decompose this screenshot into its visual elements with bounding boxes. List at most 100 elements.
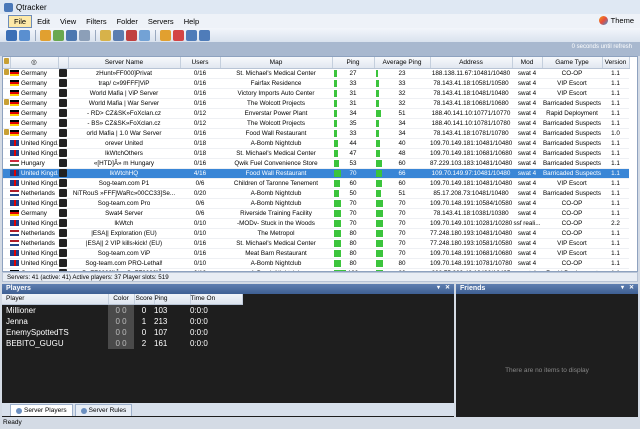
column-ping[interactable]: Ping xyxy=(332,57,375,69)
column-version[interactable]: Version xyxy=(602,57,630,69)
server-rows: Germany zHunt»FF000]Privat 0/16 St. Michael… xyxy=(3,68,629,271)
column-mod[interactable]: Mod xyxy=(512,57,543,69)
server-users: 0/16 xyxy=(180,78,220,89)
column-time-on[interactable]: Time On xyxy=(190,294,243,305)
server-ping: 35 xyxy=(332,118,374,129)
server-row[interactable]: United Kingd... lkWtch0/10-MODv- Stuck in… xyxy=(3,218,629,229)
server-row[interactable]: United Kingd... Sog-team.com P10/6Childre… xyxy=(3,178,629,189)
menu-edit[interactable]: Edit xyxy=(32,16,55,27)
avg-ping-bar xyxy=(376,129,379,137)
server-mod: swat 4 xyxy=(512,148,542,159)
menu-file[interactable]: File xyxy=(8,14,33,28)
player-row[interactable]: Millioner 0 0 0 103 0:0:0 xyxy=(2,304,242,316)
column-player-ping[interactable]: Ping xyxy=(154,294,191,305)
server-row[interactable]: Hungary «[HTD]Â» m Hungary 0/16 Qwik Fuel C… xyxy=(3,158,629,169)
folder-icon[interactable] xyxy=(40,29,51,41)
connect-icon[interactable] xyxy=(53,29,64,41)
pin-icon[interactable]: ▾ xyxy=(435,285,442,292)
server-ping: 31 xyxy=(332,88,374,99)
column-country[interactable]: ◎ xyxy=(10,57,59,69)
column-address[interactable]: Address xyxy=(430,57,513,69)
swat4-icon xyxy=(59,218,67,227)
country-cell: Germany xyxy=(10,118,58,129)
country-name: United Kingd... xyxy=(21,179,58,187)
server-row[interactable]: Germany - RD> CZ&SK»FoXclan.cz 0/12 Enverst… xyxy=(3,108,629,119)
menu-view[interactable]: View xyxy=(55,16,81,27)
column-lock[interactable] xyxy=(3,57,11,69)
server-row[interactable]: Netherlands |ESA|| Exploration (EU) 0/10 Th… xyxy=(3,228,629,239)
player-row[interactable]: BEBITO_GUGU 0 0 2 161 0:0:0 xyxy=(2,337,242,349)
menu-servers[interactable]: Servers xyxy=(143,16,179,27)
remove-server-icon[interactable] xyxy=(126,29,137,41)
server-game-type: VIP Escort xyxy=(542,88,602,99)
ping-value: 35 xyxy=(349,119,357,127)
filter-icon[interactable] xyxy=(100,29,111,41)
play-icon[interactable] xyxy=(199,29,210,41)
server-row[interactable]: United Kingd... orever United0/18A-Bomb N… xyxy=(3,138,629,149)
server-version: 1.1 xyxy=(602,138,629,149)
add-server-icon[interactable] xyxy=(113,29,124,41)
menu-filters[interactable]: Filters xyxy=(81,16,111,27)
country-name: Hungary xyxy=(21,159,45,167)
game-cell xyxy=(58,218,68,229)
close-icon[interactable]: ✕ xyxy=(628,285,635,292)
flag-icon xyxy=(10,179,19,186)
column-score[interactable]: Score xyxy=(134,294,155,305)
player-row[interactable]: Jenna 0 0 1 213 0:0:0 xyxy=(2,315,242,327)
server-row[interactable]: United Kingd... Sog-team.com PRO-Lethal!0… xyxy=(3,258,629,269)
server-row[interactable]: United Kingd... Sog-team.com ViP0/16Meat … xyxy=(3,248,629,259)
column-map[interactable]: Map xyxy=(220,57,333,69)
server-row[interactable]: Germany trap/ c»99FFF]ViP 0/16 Fairfax Resi… xyxy=(3,78,629,89)
server-version: 1.1 xyxy=(602,98,629,109)
refresh-icon[interactable] xyxy=(6,29,17,41)
server-row[interactable]: Germany zHunt»FF000]Privat 0/16 St. Michael… xyxy=(3,68,629,79)
column-color[interactable]: Color xyxy=(108,294,135,305)
info-icon[interactable] xyxy=(79,29,90,41)
column-player[interactable]: Player xyxy=(2,294,109,305)
refresh-all-icon[interactable] xyxy=(19,29,30,41)
server-row[interactable]: Germany orld Mafia | 1.0 War Server 0/16 Fo… xyxy=(3,128,629,139)
server-row[interactable]: Germany Swat4 Server 0/6 Riverside Training… xyxy=(3,208,629,219)
column-users[interactable]: Users xyxy=(180,57,221,69)
column-average-ping[interactable]: Average Ping xyxy=(374,57,431,69)
server-list[interactable]: ◎ Server Name Users Map Ping Average Pin… xyxy=(2,56,638,272)
server-row[interactable]: Germany World Mafia | War Server 0/16 The W… xyxy=(3,98,629,109)
favorites-icon[interactable] xyxy=(139,29,150,41)
flag-icon xyxy=(10,229,19,236)
column-game-type[interactable]: Game Type xyxy=(542,57,603,69)
find-icon[interactable] xyxy=(66,29,77,41)
column-server-name[interactable]: Server Name xyxy=(68,57,181,69)
server-row[interactable]: United Kingd... lkWtchHQ4/16Food Wall Res… xyxy=(3,168,629,179)
server-address: 109.70.149.181:10481/10480 xyxy=(430,178,512,189)
player-score: 0 xyxy=(141,305,147,315)
tab-server-players[interactable]: Server Players xyxy=(10,404,73,416)
lock-cell xyxy=(3,258,10,269)
flag-icon xyxy=(10,169,19,176)
server-name: Swat4 Server xyxy=(68,208,180,219)
server-row[interactable]: Netherlands |ESA|| 2 VIP kills›kick! (EU)… xyxy=(3,238,629,249)
stop-icon[interactable] xyxy=(173,29,184,41)
settings-icon[interactable] xyxy=(186,29,197,41)
server-row[interactable]: Germany World Mafia | ViP Server 0/16 Victo… xyxy=(3,88,629,99)
server-mod: swat 4 xyxy=(512,78,542,89)
tab-server-rules[interactable]: Server Rules xyxy=(74,404,133,416)
column-game[interactable] xyxy=(58,57,69,69)
menu-help[interactable]: Help xyxy=(179,16,204,27)
server-row[interactable]: Netherlands NiTRouS »FFF]WaRc»00CC33]Se..… xyxy=(3,188,629,199)
avg-ping-value: 48 xyxy=(398,149,406,157)
swat4-icon xyxy=(59,168,67,177)
theme-button[interactable]: Theme xyxy=(598,16,634,25)
server-row[interactable]: United Kingd... Sog-team.com Pro0/6A-Bomb… xyxy=(3,198,629,209)
lock-cell xyxy=(3,188,10,199)
server-users: 0/20 xyxy=(180,188,220,199)
buddy-icon[interactable] xyxy=(160,29,171,41)
menu-folder[interactable]: Folder xyxy=(112,16,143,27)
server-map: A-Bomb Nightclub xyxy=(220,188,332,199)
close-icon[interactable]: ✕ xyxy=(444,285,451,292)
server-row[interactable]: Germany - BS» CZ&SK»FoXclan.cz 0/12 The Wol… xyxy=(3,118,629,129)
pin-icon[interactable]: ▾ xyxy=(619,285,626,292)
player-row[interactable]: EnemySpottedTS 0 0 0 107 0:0:0 xyxy=(2,326,242,338)
avg-ping-value: 40 xyxy=(398,139,406,147)
server-mod: swat 4 xyxy=(512,208,542,219)
server-row[interactable]: United Kingd... lkWtchOthers0/18St. Micha… xyxy=(3,148,629,159)
